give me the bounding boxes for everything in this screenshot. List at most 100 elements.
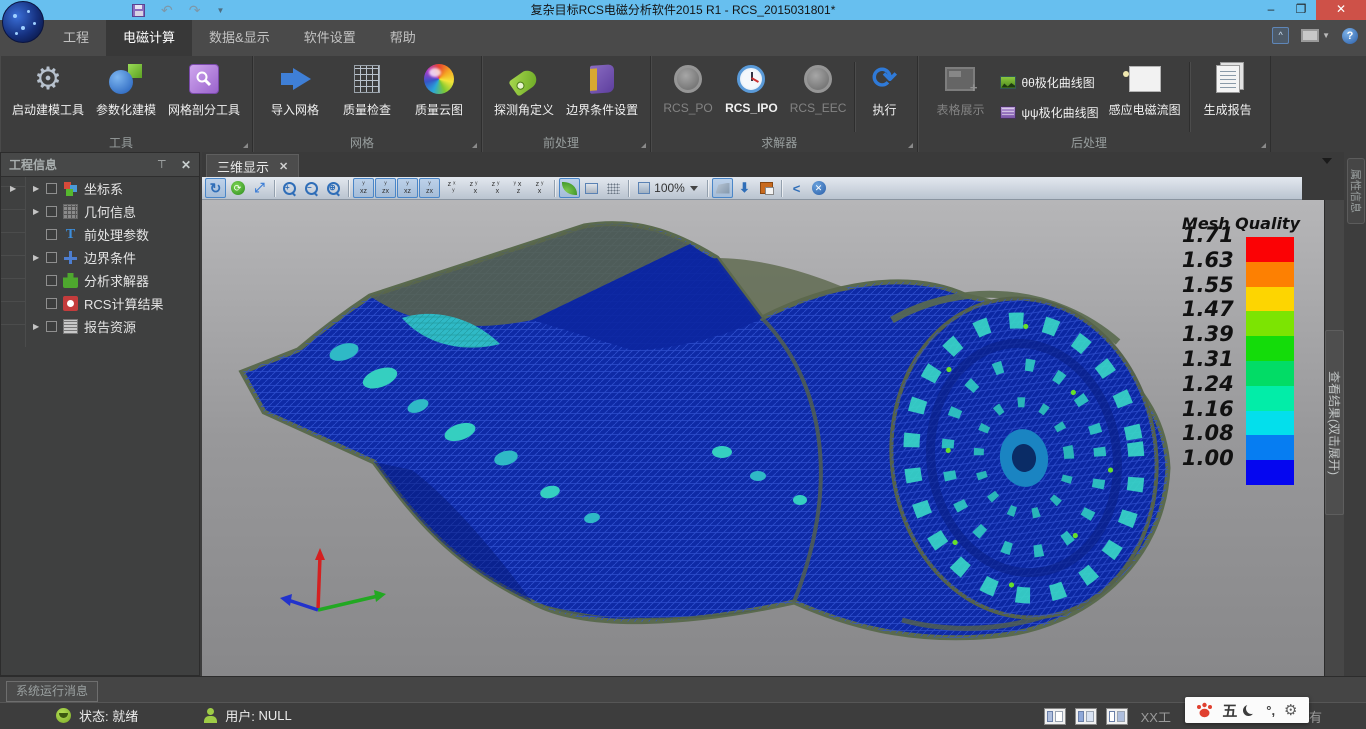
quick-access-dropdown-icon[interactable]: ▼	[216, 6, 224, 15]
restore-button[interactable]: ❐	[1286, 0, 1316, 20]
mesh-partition-tool-button[interactable]: 网格剖分工具	[162, 60, 246, 134]
view-zx-button[interactable]: ʸ zx	[375, 178, 396, 198]
rcs-po-button[interactable]: RCS_PO	[657, 60, 719, 134]
points-view-button[interactable]	[603, 178, 624, 198]
checkbox[interactable]	[46, 252, 57, 263]
quality-contour-button[interactable]: 质量云图	[403, 60, 475, 134]
checkbox[interactable]	[46, 206, 57, 217]
tab-close-icon[interactable]: ✕	[279, 160, 288, 173]
induced-current-map-button[interactable]: 感应电磁流图	[1103, 60, 1187, 134]
table-display-button[interactable]: 表格展示	[924, 60, 996, 134]
view-iso4-button[interactable]: z ʸ x	[529, 178, 550, 198]
save-icon[interactable]	[132, 4, 145, 17]
tab-property-info[interactable]: 属性信息	[1347, 158, 1365, 224]
redo-icon[interactable]: ↷	[189, 3, 201, 17]
view-xz2-button[interactable]: ʸ xz	[397, 178, 418, 198]
probe-angle-button[interactable]: 探测角定义	[488, 60, 560, 134]
chevron-right-icon[interactable]: ▶	[10, 184, 16, 193]
generate-report-button[interactable]: 生成报告	[1192, 60, 1264, 134]
chevron-right-icon[interactable]: ▶	[33, 207, 40, 216]
group-expand-icon[interactable]	[1261, 143, 1266, 148]
view-xz-button[interactable]: ʸ xz	[353, 178, 374, 198]
tab-3d-display[interactable]: 三维显示 ✕	[206, 154, 299, 177]
gear-icon[interactable]: ⚙	[1284, 701, 1297, 719]
checkbox[interactable]	[46, 298, 57, 309]
quality-check-button[interactable]: 质量检查	[331, 60, 403, 134]
tree-item-preprocess-params[interactable]: ▶ T 前处理参数	[1, 223, 199, 246]
tab-list-dropdown-icon[interactable]	[1322, 158, 1332, 164]
display-mode-button[interactable]: ▼	[1301, 29, 1330, 42]
view-zx2-button[interactable]: ʸ zx	[419, 178, 440, 198]
psi-polar-curve-button[interactable]: ψψ极化曲线图	[996, 100, 1102, 124]
zoom-level-dropdown[interactable]: 100%	[633, 178, 703, 198]
wireframe-view-button[interactable]	[581, 178, 602, 198]
share-button[interactable]: <	[786, 178, 807, 198]
tree-item-rcs-results[interactable]: ▶ RCS计算结果	[1, 292, 199, 315]
ime-mode-label[interactable]: 五	[1222, 700, 1237, 721]
zoom-fit-icon[interactable]: ⊕	[323, 178, 344, 198]
ribbon-collapse-icon[interactable]: ^	[1272, 27, 1289, 44]
capture-window-button[interactable]	[756, 178, 777, 198]
menu-tab-help[interactable]: 帮助	[373, 20, 433, 56]
execute-button[interactable]: ⟳ 执行	[857, 60, 911, 134]
import-mesh-button[interactable]: 导入网格	[259, 60, 331, 134]
arrow-down-button[interactable]: ⬇	[734, 178, 755, 198]
layout-left-panel-icon[interactable]	[1044, 708, 1066, 725]
menu-tab-em-computation[interactable]: 电磁计算	[106, 20, 192, 56]
checkbox[interactable]	[46, 229, 57, 240]
minimize-button[interactable]: –	[1256, 0, 1286, 20]
view-iso2-button[interactable]: z ʸ x	[485, 178, 506, 198]
tree-item-boundary-conditions[interactable]: ▶ 边界条件	[1, 246, 199, 269]
theta-polar-curve-button[interactable]: θθ极化曲线图	[996, 70, 1102, 94]
ime-punct-label[interactable]: °,	[1266, 703, 1275, 718]
help-icon[interactable]: ?	[1342, 28, 1358, 44]
group-expand-icon[interactable]	[908, 143, 913, 148]
shaded-view-button[interactable]	[559, 178, 580, 198]
tree-item-coordinate-system[interactable]: ▶ 坐标系	[1, 177, 199, 200]
title-bar[interactable]: 复杂目标RCS电磁分析软件2015 R1 - RCS_2015031801* ↶…	[0, 0, 1366, 20]
view-iso1-button[interactable]: z ʸ x	[463, 178, 484, 198]
paw-icon[interactable]	[1196, 702, 1213, 718]
app-logo[interactable]	[2, 1, 44, 43]
zoom-in-icon[interactable]: +	[279, 178, 300, 198]
chevron-right-icon[interactable]: ▶	[33, 253, 40, 262]
group-expand-icon[interactable]	[472, 143, 477, 148]
layout-right-panel-icon[interactable]	[1106, 708, 1128, 725]
pin-icon[interactable]: ⊤	[157, 158, 171, 171]
group-expand-icon[interactable]	[243, 143, 248, 148]
tree-item-geometry-info[interactable]: ▶ 几何信息	[1, 200, 199, 223]
ime-toolbar[interactable]: 五 °, ⚙	[1185, 697, 1309, 723]
checkbox[interactable]	[46, 183, 57, 194]
boundary-condition-button[interactable]: 边界条件设置	[560, 60, 644, 134]
chevron-right-icon[interactable]: ▶	[33, 184, 40, 193]
group-expand-icon[interactable]	[641, 143, 646, 148]
clip-plane-button[interactable]	[712, 178, 733, 198]
rcs-eec-button[interactable]: RCS_EEC	[784, 60, 853, 134]
tab-view-results[interactable]: 查看结果(双击展开)	[1325, 330, 1344, 515]
tree-item-analysis-solver[interactable]: ▶ 分析求解器	[1, 269, 199, 292]
menu-tab-project[interactable]: 工程	[46, 20, 106, 56]
view-zy-button[interactable]: z ˣ ʸ	[441, 178, 462, 198]
rotate-view-button[interactable]: ↻	[205, 178, 226, 198]
view-iso3-button[interactable]: ʸ x z	[507, 178, 528, 198]
close-button[interactable]: ✕	[1316, 0, 1366, 20]
tree-item-report-resources[interactable]: ▶ 报告资源	[1, 315, 199, 338]
undo-icon[interactable]: ↶	[161, 3, 173, 17]
panel-close-icon[interactable]: ✕	[181, 158, 191, 172]
moon-icon[interactable]	[1246, 703, 1257, 714]
rcs-ipo-button[interactable]: RCS_IPO	[719, 60, 784, 134]
zoom-out-icon[interactable]: −	[301, 178, 322, 198]
checkbox[interactable]	[46, 321, 57, 332]
close-view-button[interactable]: ✕	[808, 178, 829, 198]
layout-split-icon[interactable]	[1075, 708, 1097, 725]
checkbox[interactable]	[46, 275, 57, 286]
menu-tab-settings[interactable]: 软件设置	[287, 20, 373, 56]
chevron-right-icon[interactable]: ▶	[33, 322, 40, 331]
parametric-modeling-button[interactable]: 参数化建模	[90, 60, 162, 134]
viewport-3d[interactable]: Mesh Quality 1.71 1.63 1.55 1.47 1.39 1.…	[202, 200, 1324, 676]
pan-button[interactable]: ⤢	[249, 178, 270, 198]
launch-modeling-tool-button[interactable]: ⚙ 启动建模工具	[6, 60, 90, 134]
tab-system-messages[interactable]: 系统运行消息	[6, 681, 98, 702]
menu-tab-data-display[interactable]: 数据&显示	[192, 20, 287, 56]
orbit-button[interactable]: ⟳	[227, 178, 248, 198]
